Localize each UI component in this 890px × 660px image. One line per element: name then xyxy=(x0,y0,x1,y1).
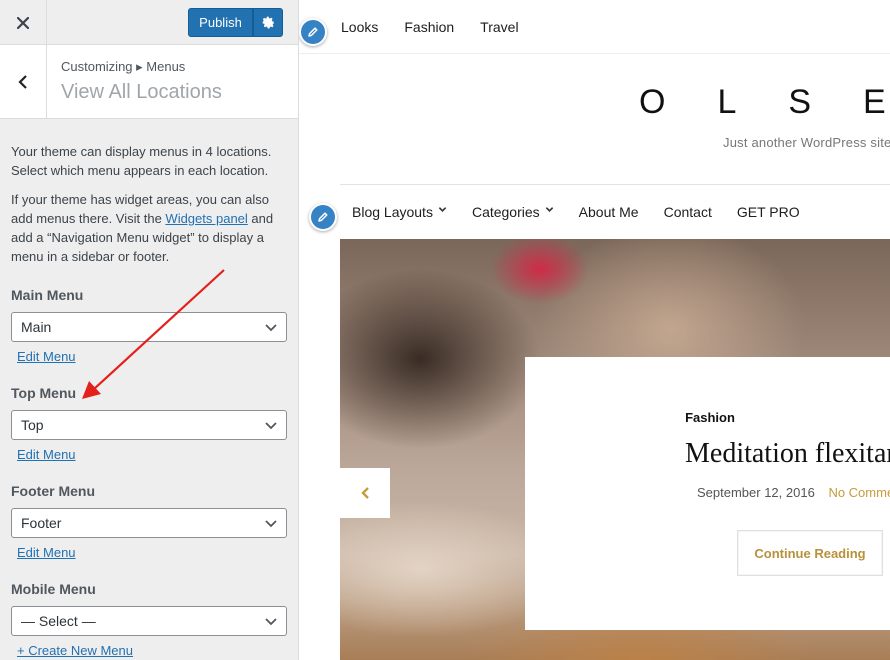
widgets-panel-link[interactable]: Widgets panel xyxy=(165,211,247,226)
select-value: Main xyxy=(21,319,52,335)
edit-main-menu-link[interactable]: Edit Menu xyxy=(17,349,76,364)
location-label: Top Menu xyxy=(11,385,77,401)
nav-label: Categories xyxy=(471,204,540,220)
post-category[interactable]: Fashion xyxy=(525,410,890,425)
main-menu-item-get-pro[interactable]: GET PRO xyxy=(737,204,800,220)
breadcrumb: Customizing ▸ Menus xyxy=(61,59,186,74)
mobile-menu-select[interactable]: — Select — xyxy=(11,606,287,636)
select-value: — Select — xyxy=(21,613,96,629)
divider xyxy=(340,184,890,185)
select-value: Top xyxy=(21,417,44,433)
top-menu: Looks Fashion Travel xyxy=(341,19,519,35)
pencil-icon xyxy=(318,212,328,222)
nav-label: GET PRO xyxy=(736,204,800,220)
create-new-menu-link[interactable]: + Create New Menu xyxy=(17,643,133,658)
edit-footer-menu-link[interactable]: Edit Menu xyxy=(17,545,76,560)
site-logo[interactable]: OLSEN xyxy=(639,83,890,122)
section-header: Customizing ▸ Menus View All Locations xyxy=(0,45,298,119)
select-value: Footer xyxy=(21,515,62,531)
main-menu-item-blog-layouts[interactable]: Blog Layouts xyxy=(352,204,447,220)
location-footer-menu: Footer Menu Footer Edit Menu xyxy=(11,481,287,562)
description-text: Your theme can display menus in 4 locati… xyxy=(11,144,272,178)
publish-button[interactable]: Publish xyxy=(188,8,253,37)
location-label: Main Menu xyxy=(11,287,84,303)
nav-label: About Me xyxy=(578,204,639,220)
post-title[interactable]: Meditation flexitarian xyxy=(685,438,890,470)
close-customizer-button[interactable] xyxy=(0,0,47,45)
featured-slider: Fashion Meditation flexitarian September… xyxy=(340,239,890,660)
post-comments-link[interactable]: No Comments xyxy=(828,485,890,500)
location-mobile-menu: Mobile Menu — Select — + Create New Menu xyxy=(11,579,287,660)
chevron-left-icon xyxy=(18,74,27,89)
chevron-down-icon xyxy=(265,324,277,332)
featured-post-card: Fashion Meditation flexitarian September… xyxy=(525,357,890,630)
post-date: September 12, 2016 xyxy=(697,485,815,500)
main-menu-select[interactable]: Main xyxy=(11,312,287,342)
edit-top-menu-shortcut[interactable] xyxy=(299,18,327,46)
chevron-left-icon xyxy=(361,487,369,499)
location-top-menu: Top Menu Top Edit Menu xyxy=(11,383,287,464)
section-title: View All Locations xyxy=(61,81,222,103)
top-menu-item-travel[interactable]: Travel xyxy=(480,19,518,35)
top-menu-item-fashion[interactable]: Fashion xyxy=(404,19,454,35)
main-menu-item-categories[interactable]: Categories xyxy=(472,204,554,220)
chevron-down-icon xyxy=(265,422,277,430)
continue-reading-button[interactable]: Continue Reading xyxy=(737,530,883,576)
chevron-down-icon xyxy=(265,618,277,626)
menu-locations-description: Your theme can display menus in 4 locati… xyxy=(11,142,281,276)
chevron-down-icon xyxy=(265,520,277,528)
close-icon xyxy=(17,16,29,29)
edit-top-menu-link[interactable]: Edit Menu xyxy=(17,447,76,462)
top-menu-select[interactable]: Top xyxy=(11,410,287,440)
publish-group: Publish xyxy=(188,8,283,37)
chevron-down-icon xyxy=(545,206,553,212)
footer-menu-select[interactable]: Footer xyxy=(11,508,287,538)
customizer-header: Publish xyxy=(0,0,298,45)
site-preview: Looks Fashion Travel OLSEN Just another … xyxy=(299,0,890,660)
nav-label: Blog Layouts xyxy=(352,204,433,220)
gear-icon xyxy=(262,16,275,29)
publish-settings-button[interactable] xyxy=(253,8,283,37)
top-menu-item-looks[interactable]: Looks xyxy=(341,19,378,35)
main-menu-item-about-me[interactable]: About Me xyxy=(579,204,639,220)
site-tagline: Just another WordPress site xyxy=(723,135,890,150)
widgets-description: If your theme has widget areas, you can … xyxy=(11,190,281,266)
pencil-icon xyxy=(308,27,318,37)
location-label: Mobile Menu xyxy=(11,581,96,597)
main-menu-item-contact[interactable]: Contact xyxy=(664,204,712,220)
divider xyxy=(299,53,890,54)
nav-label: Contact xyxy=(663,204,712,220)
back-button[interactable] xyxy=(0,45,47,118)
chevron-down-icon xyxy=(438,206,447,212)
customizer-sidebar: Publish Customizing ▸ Menus View All Loc… xyxy=(0,0,299,660)
slider-prev-button[interactable] xyxy=(340,468,390,518)
edit-main-menu-shortcut[interactable] xyxy=(309,203,337,231)
post-meta: September 12, 2016 No Comments xyxy=(697,485,890,500)
location-label: Footer Menu xyxy=(11,483,95,499)
main-menu: Blog Layouts Categories About Me Contact… xyxy=(352,204,825,220)
location-main-menu: Main Menu Main Edit Menu xyxy=(11,285,287,366)
